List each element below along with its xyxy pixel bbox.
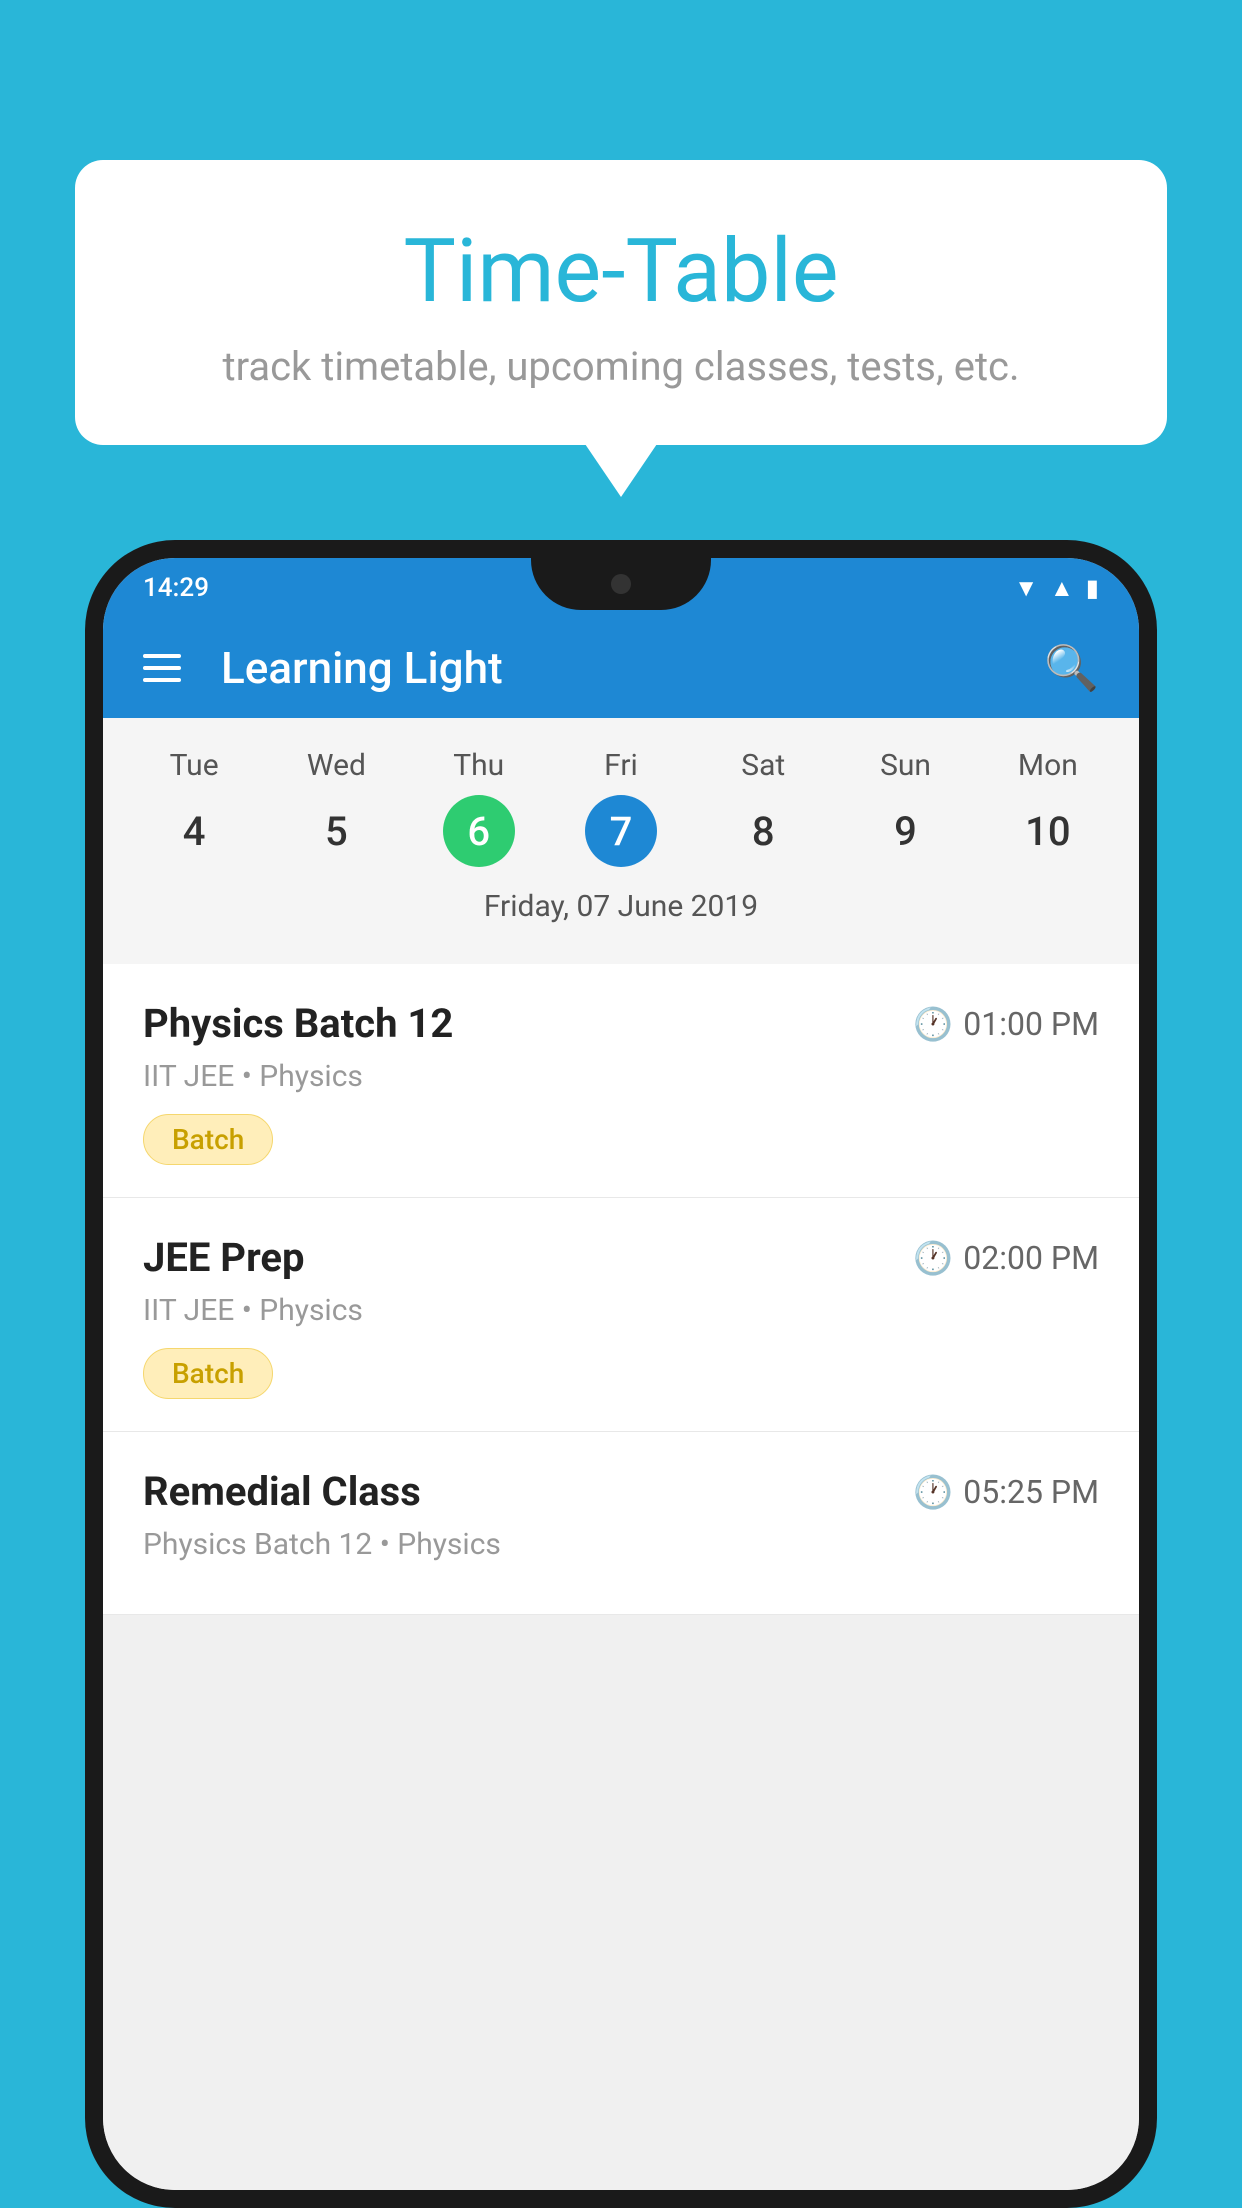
day-cell-mon[interactable]: Mon 10 [977, 748, 1119, 867]
event-meta: Physics Batch 12 • Physics [143, 1527, 1099, 1562]
event-card-2[interactable]: Remedial Class 🕐 05:25 PM Physics Batch 12… [103, 1432, 1139, 1615]
speech-bubble-container: Time-Table track timetable, upcoming cla… [75, 160, 1167, 445]
event-meta: IIT JEE • Physics [143, 1293, 1099, 1328]
event-time: 🕐 05:25 PM [913, 1473, 1099, 1511]
phone-outer: 14:29 ▼ ▲ ▮ Learning Light 🔍 [85, 540, 1157, 2208]
status-bar: 14:29 ▼ ▲ ▮ [103, 558, 1139, 618]
status-icons: ▼ ▲ ▮ [1014, 574, 1099, 603]
event-name: Remedial Class [143, 1468, 421, 1515]
day-cell-sun[interactable]: Sun 9 [834, 748, 976, 867]
app-title: Learning Light [211, 642, 1014, 694]
day-name: Mon [1018, 748, 1078, 783]
app-bar: Learning Light 🔍 [103, 618, 1139, 718]
day-name: Sat [741, 748, 785, 783]
day-cell-thu[interactable]: Thu 6 [408, 748, 550, 867]
event-time: 🕐 01:00 PM [913, 1005, 1099, 1043]
bubble-subtitle: track timetable, upcoming classes, tests… [135, 343, 1107, 390]
clock-icon: 🕐 [913, 1005, 953, 1043]
search-button[interactable]: 🔍 [1044, 642, 1099, 694]
day-cell-sat[interactable]: Sat 8 [692, 748, 834, 867]
bubble-title: Time-Table [135, 220, 1107, 323]
event-card-0[interactable]: Physics Batch 12 🕐 01:00 PM IIT JEE • Phys… [103, 964, 1139, 1198]
days-row: Tue 4 Wed 5 Thu 6 Fri 7 Sat 8 Sun 9 Mon 10 [103, 738, 1139, 877]
status-time: 14:29 [143, 573, 209, 603]
day-number: 4 [158, 795, 230, 867]
day-number: 8 [727, 795, 799, 867]
clock-icon: 🕐 [913, 1239, 953, 1277]
hamburger-line-2 [143, 666, 181, 670]
camera [611, 574, 631, 594]
wifi-icon: ▼ [1014, 574, 1038, 603]
clock-icon: 🕐 [913, 1473, 953, 1511]
calendar-strip: Tue 4 Wed 5 Thu 6 Fri 7 Sat 8 Sun 9 Mon 10 Friday, 07… [103, 718, 1139, 964]
day-name: Tue [170, 748, 219, 783]
notch [531, 558, 711, 610]
event-header: Remedial Class 🕐 05:25 PM [143, 1468, 1099, 1515]
phone-frame: 14:29 ▼ ▲ ▮ Learning Light 🔍 [85, 540, 1157, 2208]
day-cell-wed[interactable]: Wed 5 [265, 748, 407, 867]
event-header: JEE Prep 🕐 02:00 PM [143, 1234, 1099, 1281]
day-number: 9 [870, 795, 942, 867]
signal-icon: ▲ [1050, 574, 1074, 603]
day-number: 10 [1012, 795, 1084, 867]
day-cell-tue[interactable]: Tue 4 [123, 748, 265, 867]
selected-date-label: Friday, 07 June 2019 [103, 877, 1139, 944]
day-number: 6 [443, 795, 515, 867]
phone-screen: 14:29 ▼ ▲ ▮ Learning Light 🔍 [103, 558, 1139, 2190]
content-area: Physics Batch 12 🕐 01:00 PM IIT JEE • Phys… [103, 964, 1139, 2190]
day-number: 5 [300, 795, 372, 867]
batch-tag: Batch [143, 1114, 273, 1165]
speech-bubble: Time-Table track timetable, upcoming cla… [75, 160, 1167, 445]
hamburger-line-1 [143, 654, 181, 658]
hamburger-icon[interactable] [143, 654, 181, 682]
day-number: 7 [585, 795, 657, 867]
event-name: Physics Batch 12 [143, 1000, 453, 1047]
event-header: Physics Batch 12 🕐 01:00 PM [143, 1000, 1099, 1047]
event-time: 🕐 02:00 PM [913, 1239, 1099, 1277]
day-name: Wed [307, 748, 366, 783]
battery-icon: ▮ [1086, 574, 1099, 602]
day-name: Fri [604, 748, 638, 783]
day-cell-fri[interactable]: Fri 7 [550, 748, 692, 867]
day-name: Sun [880, 748, 931, 783]
event-name: JEE Prep [143, 1234, 304, 1281]
event-card-1[interactable]: JEE Prep 🕐 02:00 PM IIT JEE • Physics Batch [103, 1198, 1139, 1432]
event-meta: IIT JEE • Physics [143, 1059, 1099, 1094]
day-name: Thu [453, 748, 504, 783]
batch-tag: Batch [143, 1348, 273, 1399]
hamburger-line-3 [143, 678, 181, 682]
